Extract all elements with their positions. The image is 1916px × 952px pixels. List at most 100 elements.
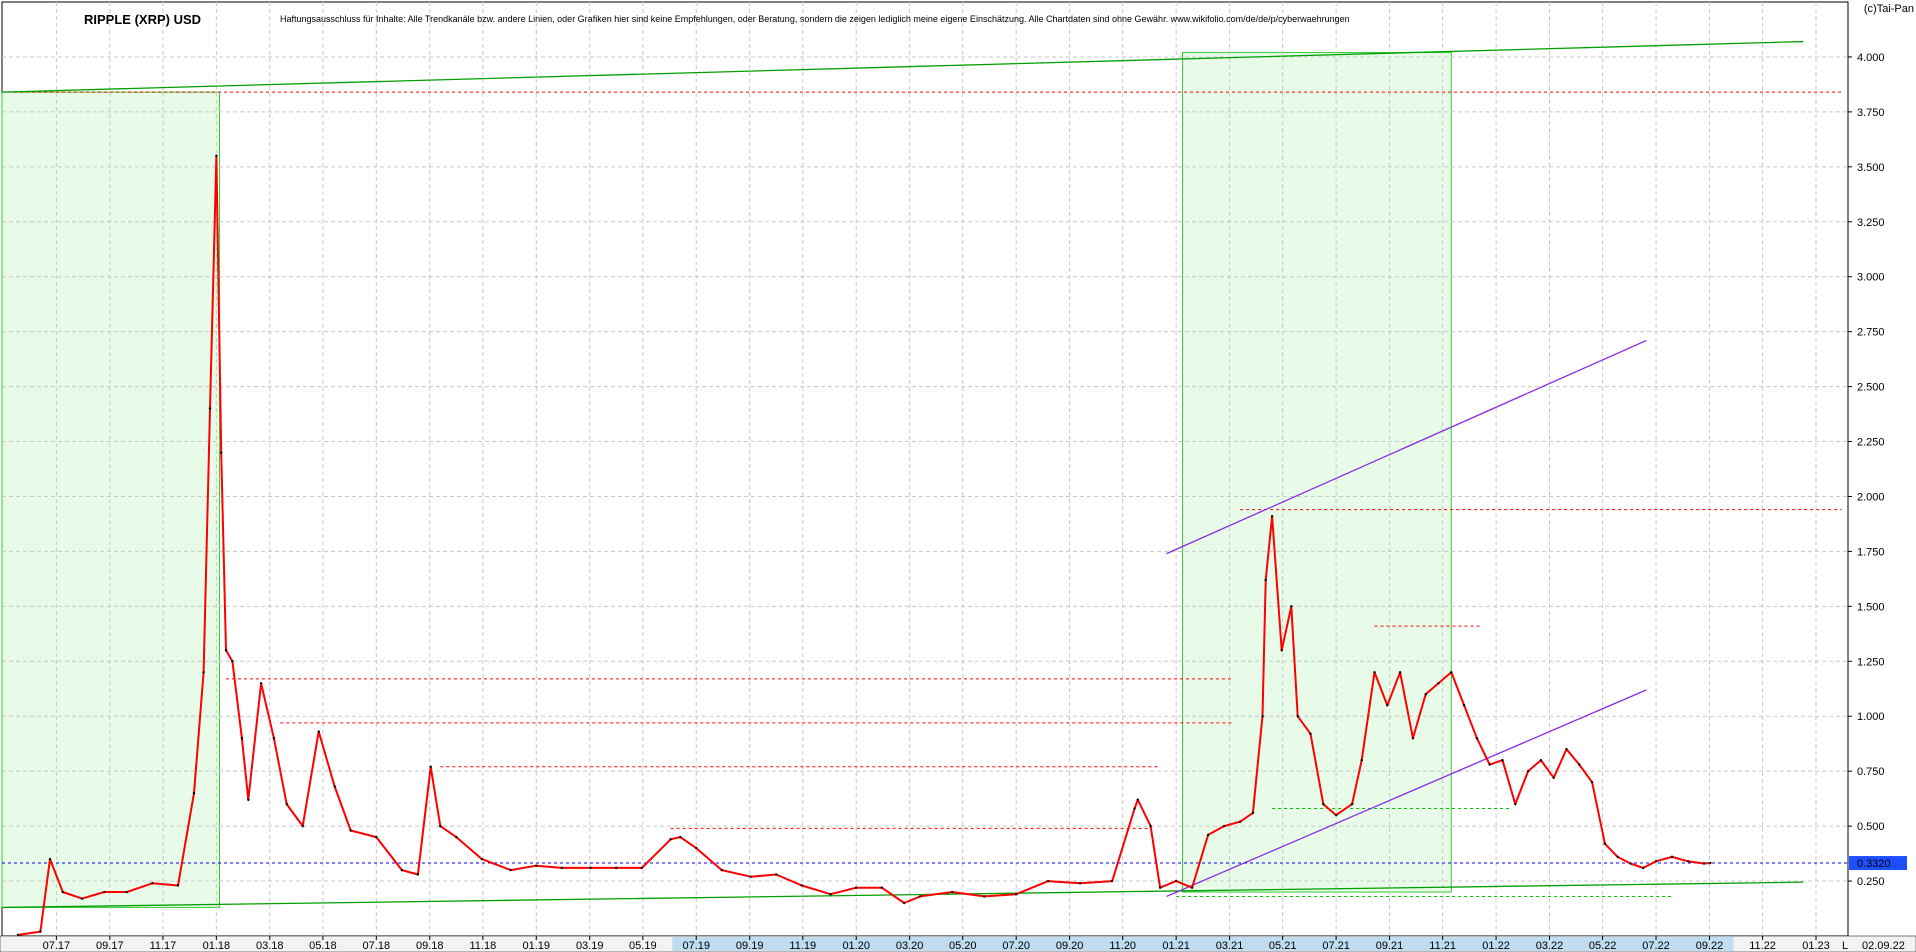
price-point [1590, 780, 1594, 784]
price-point [829, 893, 832, 896]
price-point [48, 857, 52, 861]
x-tick-label: 05.18 [309, 940, 337, 952]
x-tick-label: 09.22 [1696, 940, 1724, 952]
price-point [509, 868, 512, 872]
price-point [151, 882, 154, 885]
x-tick-label: 01.20 [842, 940, 870, 952]
price-point [1206, 833, 1210, 837]
price-point [919, 895, 922, 898]
price-point [1398, 671, 1402, 674]
y-tick-label: 0.250 [1857, 876, 1885, 888]
price-point [1350, 802, 1354, 806]
price-point [247, 798, 250, 801]
y-tick-label: 3.000 [1857, 272, 1885, 284]
y-tick-label: 1.250 [1857, 656, 1885, 668]
x-tick-label: 01.23 [1802, 940, 1830, 952]
price-point [1222, 824, 1226, 828]
price-point [1386, 704, 1389, 707]
price-point [259, 682, 263, 685]
price-point [1475, 737, 1479, 740]
price-point [855, 886, 858, 889]
price-point [720, 868, 724, 872]
y-tick-label: 1.000 [1857, 711, 1885, 723]
x-tick-label: 07.20 [1002, 940, 1030, 952]
price-point [679, 835, 682, 839]
price-point [1514, 802, 1517, 806]
x-tick-label: 05.21 [1269, 940, 1297, 952]
x-tick-label: 11.20 [1109, 940, 1136, 952]
x-tick-label: 03.22 [1536, 940, 1564, 952]
price-point [231, 660, 234, 663]
y-tick-label: 3.750 [1857, 107, 1885, 119]
x-tick-label: 11.22 [1749, 940, 1776, 952]
price-point [480, 857, 484, 861]
price-point [1686, 860, 1690, 863]
price-point [1450, 671, 1453, 674]
price-point [1136, 798, 1139, 801]
price-point [208, 407, 212, 410]
price-point [1373, 671, 1376, 674]
current-value-label: 0.3320 [1857, 858, 1891, 870]
x-tick-label: 03.21 [1216, 940, 1244, 952]
y-tick-label: 2.750 [1857, 327, 1885, 339]
price-point [1251, 811, 1255, 815]
price-point [1702, 862, 1706, 865]
price-point [1290, 605, 1293, 608]
price-point [800, 884, 804, 887]
price-point [1709, 861, 1712, 865]
price-point [272, 737, 276, 740]
price-point [39, 930, 42, 933]
price-point [61, 890, 64, 894]
price-point [1078, 882, 1082, 885]
price-point [1264, 578, 1267, 582]
price-point [215, 154, 218, 158]
price-point [1539, 758, 1543, 762]
x-tick-label: 03.18 [256, 940, 284, 952]
price-point [950, 890, 954, 894]
price-point [400, 868, 404, 872]
x-tick-label: 09.20 [1056, 940, 1084, 952]
x-tick-label: 07.18 [363, 940, 391, 952]
price-point [176, 884, 180, 887]
y-tick-label: 0.500 [1857, 821, 1885, 833]
disclaimer-text: Haftungsausschluss für Inhalte: Alle Tre… [280, 14, 1350, 24]
x-tick-label: 11.19 [789, 940, 816, 952]
price-point [1411, 737, 1415, 740]
y-tick-label: 1.750 [1857, 546, 1885, 558]
price-point [1149, 824, 1152, 828]
price-point [1309, 732, 1312, 736]
x-tick-label: 05.19 [629, 940, 657, 952]
x-tick-label: 01.19 [523, 940, 551, 952]
price-point [429, 765, 432, 768]
price-point [1654, 860, 1658, 863]
x-tick-label: 05.22 [1589, 940, 1617, 952]
y-tick-label: 2.500 [1857, 382, 1885, 394]
price-point [1424, 693, 1427, 696]
price-point [1158, 886, 1162, 889]
price-point [1437, 682, 1440, 685]
copyright-label: (c)Tai-Pan [1863, 3, 1914, 15]
price-point [1552, 776, 1555, 779]
price-point [669, 838, 672, 841]
price-point [439, 824, 442, 828]
price-point [1578, 763, 1581, 766]
price-point [535, 864, 538, 867]
x-tick-label: 01.21 [1162, 940, 1190, 952]
x-axis-end-label: 02.09.22 [1862, 940, 1905, 952]
price-point [1014, 893, 1018, 896]
price-point [285, 802, 288, 806]
y-tick-label: 2.250 [1857, 437, 1885, 449]
price-point [1501, 758, 1504, 762]
price-point [103, 890, 106, 894]
price-point [1616, 855, 1619, 859]
plot-frame [1, 1, 1849, 937]
price-point [1629, 862, 1632, 865]
x-tick-label: 11.18 [469, 940, 496, 952]
x-tick-label: 09.17 [96, 940, 124, 952]
price-point [615, 866, 618, 870]
price-point [1280, 649, 1283, 652]
chart-title: RIPPLE (XRP) USD [84, 12, 202, 27]
x-tick-label: 09.21 [1376, 940, 1404, 952]
y-tick-label: 1.500 [1857, 601, 1885, 613]
price-point [1360, 758, 1363, 762]
